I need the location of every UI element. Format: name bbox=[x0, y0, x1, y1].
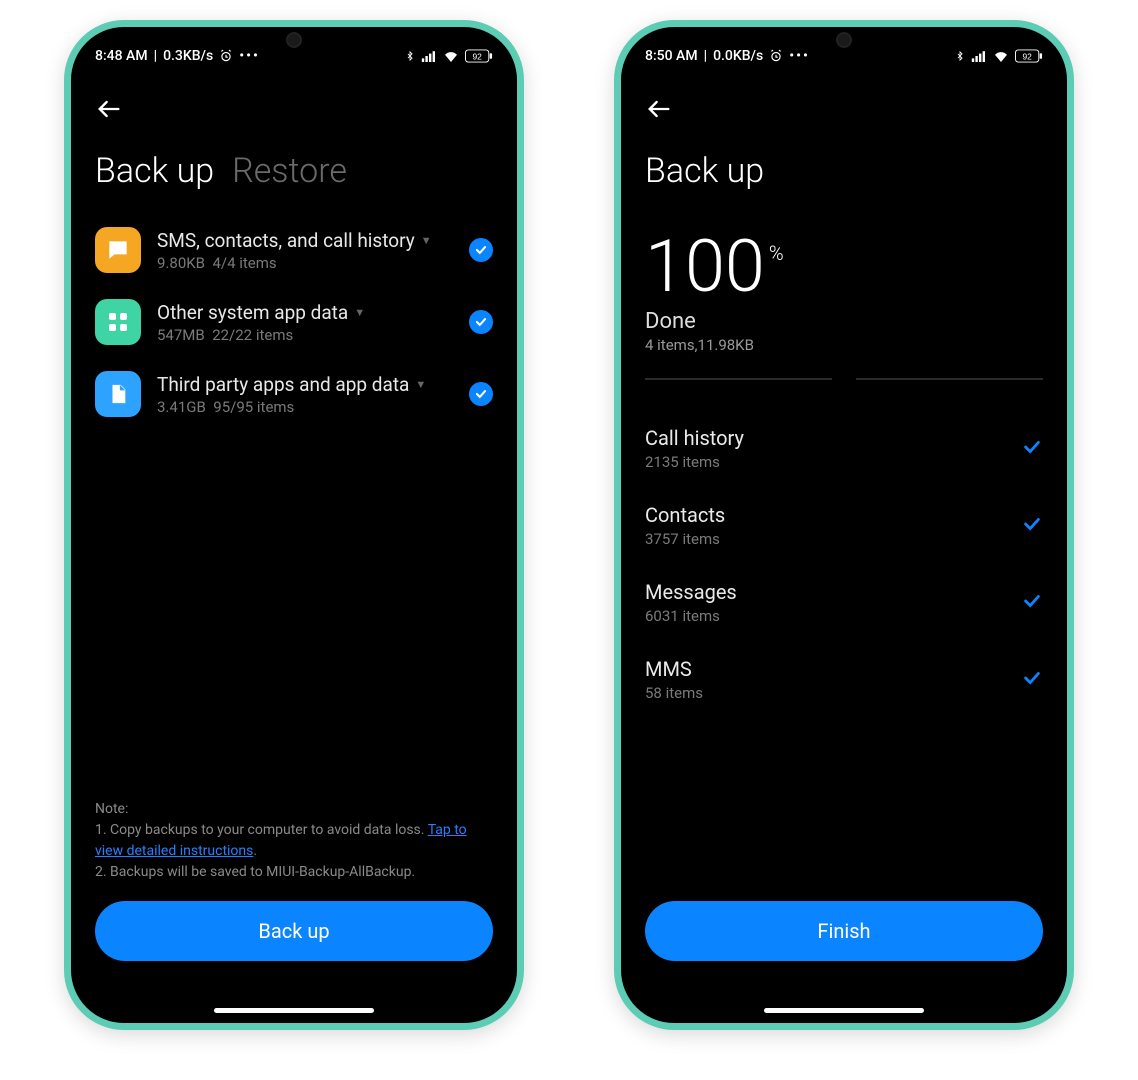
page-title: Back up bbox=[645, 151, 1043, 191]
screen-1: 8:48 AM | 0.3KB/s ••• 92 bbox=[71, 27, 517, 1023]
bluetooth-icon bbox=[405, 49, 415, 63]
note-heading: Note: bbox=[95, 799, 493, 820]
check-icon bbox=[1021, 436, 1043, 462]
category-items: 95/95 items bbox=[213, 398, 294, 416]
result-messages: Messages 6031 items bbox=[645, 564, 1043, 641]
backup-button[interactable]: Back up bbox=[95, 901, 493, 961]
result-sub: 58 items bbox=[645, 684, 703, 702]
result-sub: 3757 items bbox=[645, 530, 725, 548]
check-icon bbox=[1021, 667, 1043, 693]
file-app-icon bbox=[95, 371, 141, 417]
chevron-down-icon: ▼ bbox=[354, 306, 365, 319]
note-block: Note: 1. Copy backups to your computer t… bbox=[95, 799, 493, 883]
category-title: Other system app data bbox=[157, 301, 348, 324]
result-sub: 2135 items bbox=[645, 453, 744, 471]
tab-restore[interactable]: Restore bbox=[232, 151, 347, 191]
signal-icon bbox=[421, 50, 437, 62]
home-indicator[interactable] bbox=[764, 1008, 924, 1013]
screen-2: 8:50 AM | 0.0KB/s ••• 92 bbox=[621, 27, 1067, 1023]
battery-icon: 92 bbox=[1015, 49, 1043, 63]
status-net-speed: 0.3KB/s bbox=[163, 48, 213, 64]
svg-text:92: 92 bbox=[1022, 51, 1032, 61]
status-net-speed: 0.0KB/s bbox=[713, 48, 763, 64]
chevron-down-icon: ▼ bbox=[415, 378, 426, 391]
message-app-icon bbox=[95, 227, 141, 273]
finish-button[interactable]: Finish bbox=[645, 901, 1043, 961]
home-indicator[interactable] bbox=[214, 1008, 374, 1013]
result-title: Messages bbox=[645, 580, 737, 604]
status-divider: | bbox=[154, 48, 157, 64]
note-line-2: 2. Backups will be saved to MIUI-Backup-… bbox=[95, 862, 493, 883]
percent-number: 100 bbox=[645, 231, 765, 303]
wifi-icon bbox=[443, 50, 459, 62]
done-summary: 4 items,11.98KB bbox=[645, 336, 1043, 354]
category-size: 3.41GB bbox=[157, 398, 206, 416]
phone-1: 8:48 AM | 0.3KB/s ••• 92 bbox=[64, 20, 524, 1030]
progress-percent: 100 % bbox=[645, 231, 1043, 303]
grid-app-icon bbox=[95, 299, 141, 345]
category-system[interactable]: Other system app data ▼ 547MB 22/22 item… bbox=[95, 299, 493, 345]
chevron-down-icon: ▼ bbox=[421, 234, 432, 247]
result-title: Contacts bbox=[645, 503, 725, 527]
bluetooth-icon bbox=[955, 49, 965, 63]
done-label: Done bbox=[645, 309, 1043, 334]
notch bbox=[234, 27, 354, 53]
wifi-icon bbox=[993, 50, 1009, 62]
back-button[interactable] bbox=[95, 95, 125, 125]
checkbox-selected[interactable] bbox=[469, 310, 493, 334]
notch bbox=[784, 27, 904, 53]
note-line-1a: 1. Copy backups to your computer to avoi… bbox=[95, 822, 428, 838]
battery-icon: 92 bbox=[465, 49, 493, 63]
category-title: Third party apps and app data bbox=[157, 373, 409, 396]
checkbox-selected[interactable] bbox=[469, 382, 493, 406]
tab-row: Back up Restore bbox=[95, 151, 493, 191]
result-title: MMS bbox=[645, 657, 703, 681]
category-size: 9.80KB bbox=[157, 254, 205, 272]
back-button[interactable] bbox=[645, 95, 675, 125]
category-third-party[interactable]: Third party apps and app data ▼ 3.41GB 9… bbox=[95, 371, 493, 417]
category-size: 547MB bbox=[157, 326, 205, 344]
phone-2: 8:50 AM | 0.0KB/s ••• 92 bbox=[614, 20, 1074, 1030]
alarm-icon bbox=[219, 49, 233, 63]
result-title: Call history bbox=[645, 426, 744, 450]
category-title: SMS, contacts, and call history bbox=[157, 229, 415, 252]
alarm-icon bbox=[769, 49, 783, 63]
status-time: 8:50 AM bbox=[645, 48, 698, 64]
check-icon bbox=[1021, 513, 1043, 539]
category-sms[interactable]: SMS, contacts, and call history ▼ 9.80KB… bbox=[95, 227, 493, 273]
category-items: 4/4 items bbox=[212, 254, 276, 272]
note-line-1b: . bbox=[253, 843, 257, 859]
result-call-history: Call history 2135 items bbox=[645, 410, 1043, 487]
status-time: 8:48 AM bbox=[95, 48, 148, 64]
signal-icon bbox=[971, 50, 987, 62]
check-icon bbox=[1021, 590, 1043, 616]
status-divider: | bbox=[704, 48, 707, 64]
result-contacts: Contacts 3757 items bbox=[645, 487, 1043, 564]
result-sub: 6031 items bbox=[645, 607, 737, 625]
progress-bars bbox=[645, 378, 1043, 380]
result-mms: MMS 58 items bbox=[645, 641, 1043, 718]
percent-symbol: % bbox=[769, 241, 784, 265]
svg-text:92: 92 bbox=[472, 51, 482, 61]
checkbox-selected[interactable] bbox=[469, 238, 493, 262]
tab-backup[interactable]: Back up bbox=[95, 151, 214, 191]
category-items: 22/22 items bbox=[212, 326, 293, 344]
